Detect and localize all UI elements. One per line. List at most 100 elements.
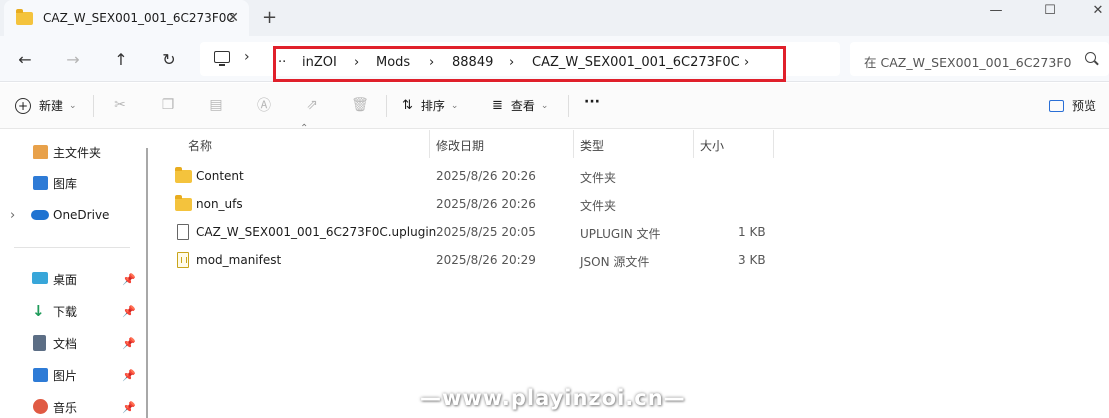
breadcrumb-88849[interactable]: 88849: [452, 55, 493, 70]
pin-icon[interactable]: 📌: [122, 305, 136, 318]
paste-icon[interactable]: ▤: [206, 95, 226, 115]
address-bar[interactable]: › ·· inZOI › Mods › 88849 › CAZ_W_SEX001…: [200, 42, 840, 82]
file-row-mod-manifest[interactable]: mod_manifest 2025/8/26 20:29 JSON 源文件 3 …: [160, 246, 1109, 274]
file-type: JSON 源文件: [580, 255, 650, 269]
sidebar-scrollbar[interactable]: [146, 148, 148, 418]
file-row-uplugin[interactable]: CAZ_W_SEX001_001_6C273F0C.uplugin 2025/8…: [160, 218, 1109, 246]
chevron-right-icon[interactable]: ›: [244, 49, 250, 65]
sidebar-item-gallery[interactable]: 图库: [0, 170, 146, 196]
file-modified: 2025/8/26 20:26: [436, 197, 536, 211]
command-bar: + 新建 ⌄ ✂ ❐ ▤ Ⓐ ⇗ 🗑 ⇅ 排序 ⌄ ≣ 查看 ⌄ ··· 预览: [0, 83, 1109, 129]
chevron-down-icon: ⌄: [540, 100, 549, 111]
pin-icon[interactable]: 📌: [122, 401, 136, 414]
file-size: 1 KB: [738, 225, 766, 239]
chevron-right-icon[interactable]: ›: [744, 55, 749, 70]
pin-icon[interactable]: 📌: [122, 273, 136, 286]
chevron-right-icon[interactable]: ›: [354, 55, 359, 70]
column-header-size[interactable]: 大小: [700, 137, 724, 154]
back-button[interactable]: ←: [13, 47, 37, 71]
sidebar-item-label: OneDrive: [53, 208, 110, 222]
chevron-right-icon[interactable]: ›: [10, 208, 15, 223]
rename-icon[interactable]: Ⓐ: [254, 95, 274, 115]
column-resize-handle[interactable]: [773, 130, 774, 158]
sidebar-item-downloads[interactable]: ↓ 下载 📌: [0, 298, 146, 324]
breadcrumb-mods[interactable]: Mods: [376, 55, 410, 70]
view-button[interactable]: ≣ 查看 ⌄: [492, 97, 548, 114]
chevron-down-icon: ⌄: [69, 100, 77, 111]
copy-icon[interactable]: ❐: [158, 95, 178, 115]
search-input[interactable]: 在 CAZ_W_SEX001_001_6C273F0C 中搜索: [864, 52, 1072, 71]
minimize-button[interactable]: —: [973, 0, 1019, 20]
sidebar-item-pictures[interactable]: 图片 📌: [0, 362, 146, 388]
home-icon: [33, 145, 48, 159]
download-icon: ↓: [32, 302, 45, 320]
tab-current-folder[interactable]: CAZ_W_SEX001_001_6C273F0C ✕: [4, 0, 249, 36]
view-label: 查看: [510, 99, 535, 113]
refresh-button[interactable]: ↻: [157, 47, 181, 71]
pin-icon[interactable]: 📌: [122, 369, 136, 382]
file-name: non_ufs: [196, 197, 243, 211]
column-resize-handle[interactable]: [693, 130, 694, 158]
chevron-right-icon[interactable]: ›: [429, 55, 434, 70]
file-row-content[interactable]: Content 2025/8/26 20:26 文件夹: [160, 162, 1109, 190]
search-icon[interactable]: [1085, 52, 1096, 63]
more-options-button[interactable]: ···: [584, 94, 600, 110]
file-row-non-ufs[interactable]: non_ufs 2025/8/26 20:26 文件夹: [160, 190, 1109, 218]
breadcrumb-current-folder[interactable]: CAZ_W_SEX001_001_6C273F0C: [532, 55, 740, 70]
view-icon: ≣: [492, 98, 503, 113]
maximize-button[interactable]: ☐: [1027, 0, 1073, 20]
sidebar-item-desktop[interactable]: 桌面 📌: [0, 266, 146, 292]
delete-icon[interactable]: 🗑: [350, 95, 370, 115]
chevron-right-icon[interactable]: ›: [509, 55, 514, 70]
navigation-bar: ← → ↑ ↻ › ·· inZOI › Mods › 88849 › CAZ_…: [0, 36, 1109, 82]
json-file-icon: [177, 252, 189, 268]
sidebar-item-label: 图片: [53, 368, 78, 383]
sidebar-item-documents[interactable]: 文档 📌: [0, 330, 146, 356]
up-button[interactable]: ↑: [109, 47, 133, 71]
sidebar-item-onedrive[interactable]: › OneDrive: [0, 202, 146, 228]
sort-icon: ⇅: [402, 98, 413, 113]
forward-button[interactable]: →: [61, 47, 85, 71]
folder-icon: [16, 8, 33, 25]
column-header-row: 名称 修改日期 类型 大小: [160, 130, 1109, 158]
file-modified: 2025/8/25 20:05: [436, 225, 536, 239]
sidebar-item-label: 音乐: [53, 400, 78, 415]
column-resize-handle[interactable]: [429, 130, 430, 158]
file-icon: [177, 224, 189, 240]
file-type: 文件夹: [580, 199, 617, 213]
pin-icon[interactable]: 📌: [122, 337, 136, 350]
divider: [93, 95, 94, 117]
preview-pane-button[interactable]: 预览: [1049, 97, 1096, 114]
folder-icon: [175, 195, 192, 211]
breadcrumb-inzoi[interactable]: inZOI: [302, 55, 337, 70]
new-label: 新建: [39, 99, 64, 113]
breadcrumb-overflow[interactable]: ··: [278, 55, 286, 70]
sort-button[interactable]: ⇅ 排序 ⌄: [402, 97, 458, 114]
cloud-icon: [31, 210, 49, 220]
plus-icon: +: [15, 97, 31, 114]
column-header-name[interactable]: 名称: [188, 137, 212, 154]
new-tab-button[interactable]: +: [262, 7, 277, 28]
close-tab-icon[interactable]: ✕: [227, 10, 239, 26]
sidebar-item-label: 主文件夹: [53, 145, 102, 160]
sidebar-item-music[interactable]: 音乐 📌: [0, 394, 146, 418]
share-icon[interactable]: ⇗: [302, 95, 322, 115]
column-header-modified[interactable]: 修改日期: [436, 137, 484, 154]
sidebar-item-label: 桌面: [53, 272, 78, 287]
cut-icon[interactable]: ✂: [110, 95, 130, 115]
close-window-button[interactable]: ✕: [1075, 0, 1109, 20]
breadcrumb: ·· inZOI › Mods › 88849 › CAZ_W_SEX001_0…: [273, 46, 786, 82]
this-pc-icon[interactable]: [214, 51, 230, 66]
new-button[interactable]: + 新建 ⌄: [15, 97, 77, 114]
preview-label: 预览: [1072, 99, 1097, 113]
sidebar-item-label: 下载: [53, 304, 78, 319]
column-resize-handle[interactable]: [573, 130, 574, 158]
file-size: 3 KB: [738, 253, 766, 267]
gallery-icon: [33, 176, 48, 190]
desktop-icon: [32, 272, 48, 284]
pictures-icon: [33, 368, 48, 382]
sidebar-item-home[interactable]: 主文件夹: [0, 139, 146, 165]
search-box[interactable]: 在 CAZ_W_SEX001_001_6C273F0C 中搜索: [850, 42, 1109, 76]
column-header-type[interactable]: 类型: [580, 137, 604, 154]
preview-icon: [1049, 99, 1064, 112]
